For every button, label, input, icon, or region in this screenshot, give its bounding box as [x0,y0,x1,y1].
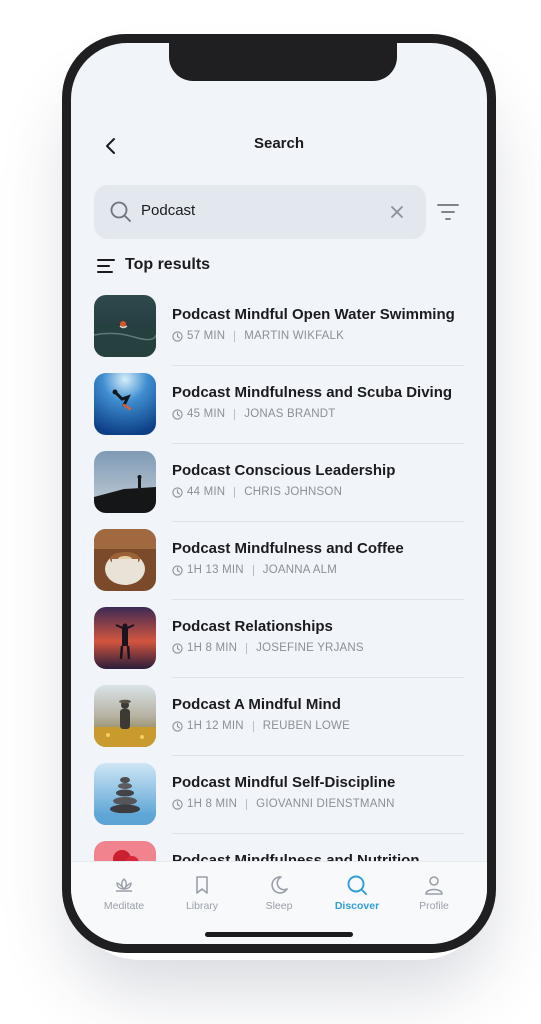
clock-icon [172,798,183,810]
clock-icon [172,330,183,342]
person-icon [425,876,443,895]
bookmark-icon [196,876,208,894]
home-indicator [205,932,353,937]
meta-separator [252,564,254,576]
clock-icon [172,486,183,498]
tab-meditate[interactable]: Meditate [84,874,164,912]
clock-icon [172,408,183,420]
item-title: Podcast Relationships [172,618,333,635]
tab-label: Discover [334,900,380,912]
tab-discover[interactable]: Discover [317,874,397,912]
divider [172,365,464,366]
meta-separator [246,642,248,654]
divider [172,677,464,678]
tab-sleep[interactable]: Sleep [239,874,319,912]
thumbnail [94,685,156,747]
item-title: Podcast Mindfulness and Coffee [172,540,404,557]
clock-icon [172,720,183,732]
item-author: JOSEFINE YRJANS [256,642,364,654]
item-author: JOANNA ALM [262,564,337,576]
meta-separator [246,798,248,810]
tab-profile[interactable]: Profile [394,874,474,912]
item-author: CHRIS JOHNSON [244,486,343,498]
item-meta: 1H 8 MIN GIOVANNI DIENSTMANN [172,798,395,810]
divider [172,521,464,522]
section-title: Top results [125,256,211,273]
item-meta: 44 MIN CHRIS JOHNSON [172,486,342,498]
item-title: Podcast Mindful Open Water Swimming [172,306,455,323]
divider [172,599,464,600]
filter-icon[interactable] [436,202,460,222]
thumbnail [94,451,156,513]
thumbnail [94,295,156,357]
item-duration: 57 MIN [187,330,226,342]
divider [172,833,464,834]
page-title: Search [253,135,305,152]
item-author: GIOVANNI DIENSTMANN [256,798,395,810]
item-author: JONAS BRANDT [244,408,336,420]
divider [172,443,464,444]
app-screen: Search Podcast Top results Podcast Mindf… [71,43,487,944]
meta-separator [234,486,236,498]
item-title: Podcast Conscious Leadership [172,462,396,479]
search-icon [347,875,367,895]
item-author: MARTIN WIKFALK [244,330,344,342]
tab-label: Sleep [265,900,293,912]
list-item[interactable]: Podcast A Mindful Mind 1H 12 MIN REUBEN … [71,683,487,761]
phone-notch [169,43,397,81]
thumbnail [94,607,156,669]
item-duration: 1H 8 MIN [187,798,238,810]
item-duration: 44 MIN [187,486,226,498]
tab-label: Profile [419,900,449,912]
search-icon [110,201,131,222]
item-duration: 1H 8 MIN [187,642,238,654]
item-duration: 1H 13 MIN [187,564,244,576]
search-input[interactable]: Podcast [94,185,426,239]
list-item[interactable]: Podcast Mindful Open Water Swimming 57 M… [71,293,487,371]
item-meta: 1H 12 MIN REUBEN LOWE [172,720,350,732]
item-title: Podcast Mindfulness and Scuba Diving [172,384,453,401]
thumbnail [94,763,156,825]
item-meta: 57 MIN MARTIN WIKFALK [172,330,344,342]
close-icon[interactable] [388,203,406,221]
item-title: Podcast Mindful Self-Discipline [172,774,396,791]
meta-separator [252,720,254,732]
clock-icon [172,642,183,654]
meta-separator [234,330,236,342]
list-icon [97,259,115,273]
list-item[interactable]: Podcast Mindfulness and Coffee 1H 13 MIN… [71,527,487,605]
moon-icon [271,876,288,894]
tab-library[interactable]: Library [162,874,242,912]
list-item[interactable]: Podcast Mindful Self-Discipline 1H 8 MIN… [71,761,487,839]
list-item[interactable]: Podcast Relationships 1H 8 MIN JOSEFINE … [71,605,487,683]
item-title: Podcast A Mindful Mind [172,696,341,713]
thumbnail [94,373,156,435]
item-meta: 1H 13 MIN JOANNA ALM [172,564,337,576]
divider [172,755,464,756]
search-query[interactable]: Podcast [141,202,195,219]
thumbnail [94,529,156,591]
lotus-icon [116,878,132,892]
item-author: REUBEN LOWE [262,720,350,732]
list-item[interactable]: Podcast Conscious Leadership 44 MIN CHRI… [71,449,487,527]
meta-separator [234,408,236,420]
item-duration: 45 MIN [187,408,226,420]
tab-label: Meditate [103,900,145,912]
item-meta: 45 MIN JONAS BRANDT [172,408,336,420]
item-duration: 1H 12 MIN [187,720,244,732]
item-meta: 1H 8 MIN JOSEFINE YRJANS [172,642,364,654]
tab-label: Library [185,900,219,912]
clock-icon [172,564,183,576]
list-item[interactable]: Podcast Mindfulness and Scuba Diving 45 … [71,371,487,449]
